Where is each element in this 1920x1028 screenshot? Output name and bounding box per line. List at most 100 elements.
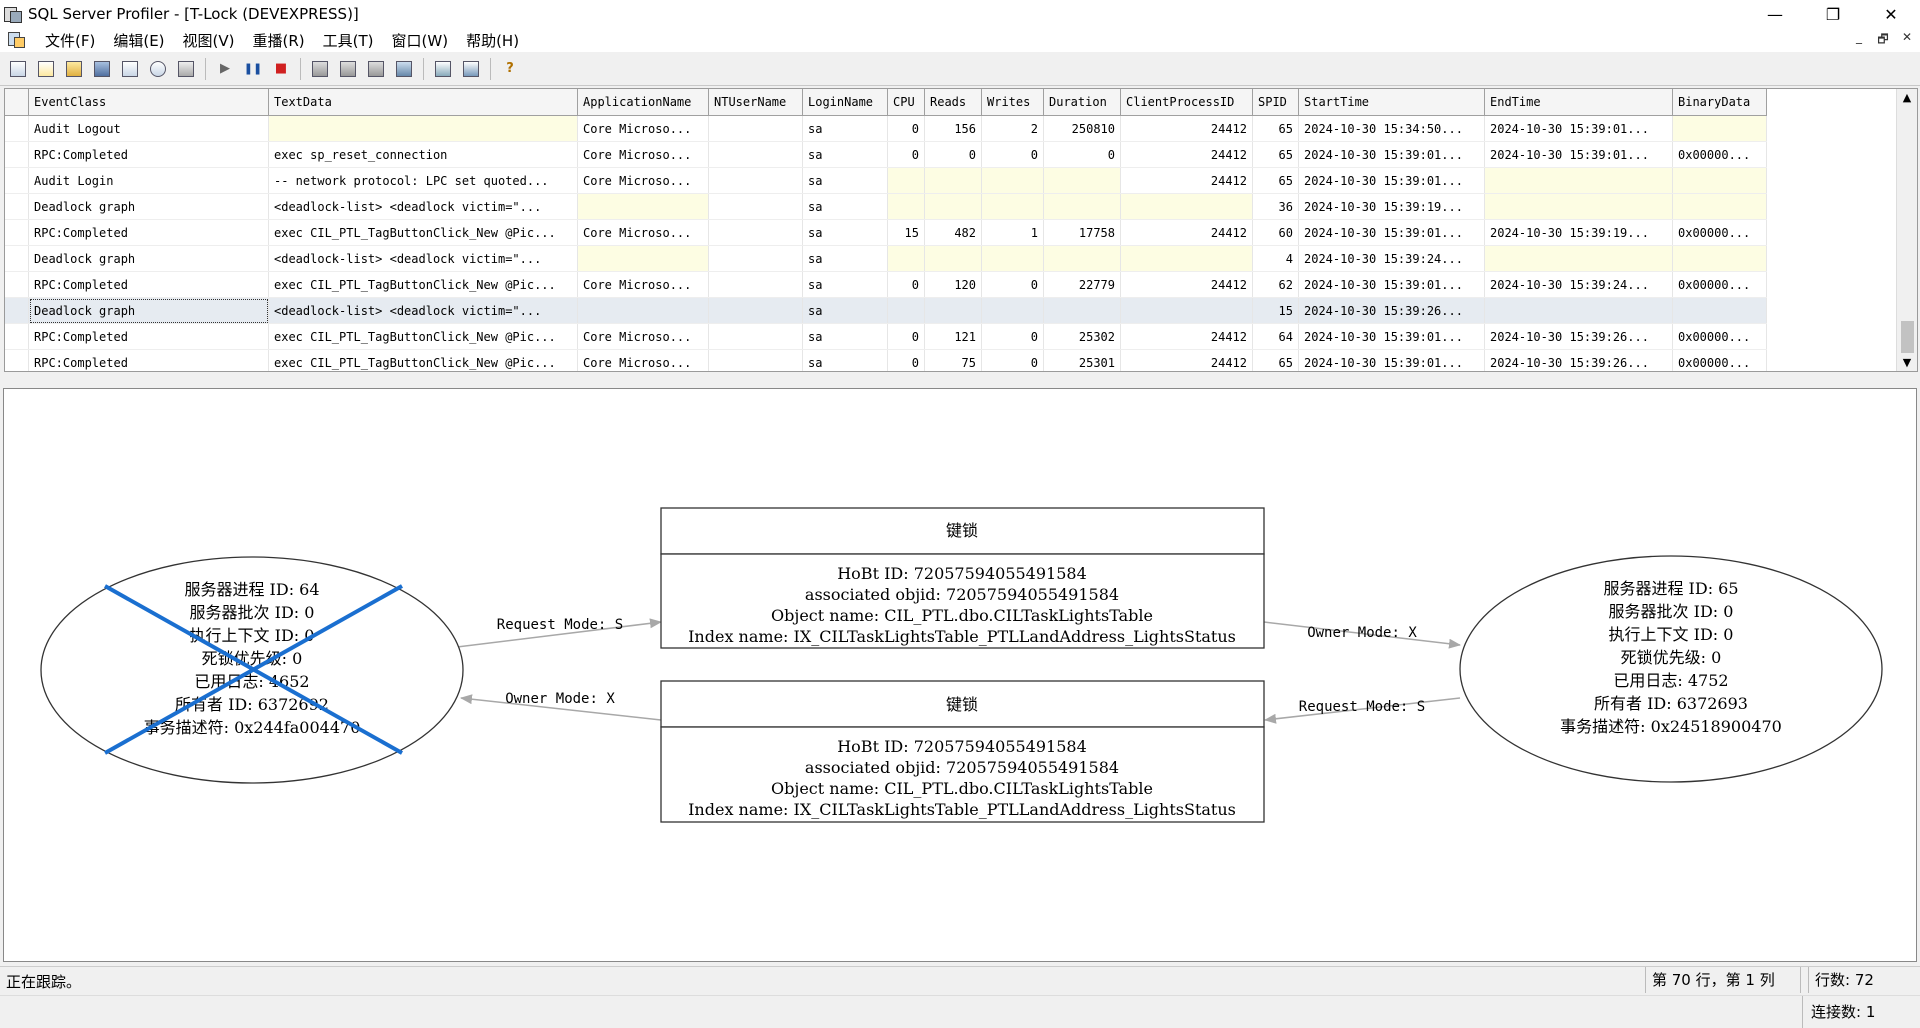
minimize-button[interactable]: — bbox=[1746, 0, 1804, 28]
scroll-thumb[interactable] bbox=[1901, 321, 1914, 353]
table-cell[interactable] bbox=[1672, 297, 1767, 324]
table-cell[interactable] bbox=[887, 297, 925, 324]
table-cell[interactable]: 2024-10-30 15:39:01... bbox=[1484, 115, 1673, 142]
table-cell[interactable] bbox=[981, 297, 1044, 324]
column-header[interactable]: StartTime bbox=[1298, 89, 1485, 116]
table-cell[interactable] bbox=[708, 167, 803, 194]
table-cell[interactable]: RPC:Completed bbox=[28, 271, 269, 298]
table-cell[interactable] bbox=[1120, 245, 1253, 272]
pause-icon[interactable]: ❚❚ bbox=[242, 58, 264, 80]
table-cell[interactable] bbox=[1672, 167, 1767, 194]
table-cell[interactable]: 0x00000... bbox=[1672, 271, 1767, 298]
table-cell[interactable]: 0 bbox=[981, 349, 1044, 371]
table-cell[interactable]: 0 bbox=[887, 349, 925, 371]
table-cell[interactable] bbox=[1484, 193, 1673, 220]
table-cell[interactable]: Core Microso... bbox=[577, 219, 709, 246]
table-row[interactable]: Deadlock graph <deadlock-list> <deadlock … bbox=[5, 245, 1767, 272]
table-cell[interactable]: 0x00000... bbox=[1672, 141, 1767, 168]
table-cell[interactable]: 0x00000... bbox=[1672, 349, 1767, 371]
table-cell[interactable]: 2024-10-30 15:39:01... bbox=[1298, 323, 1485, 350]
menu-tools[interactable]: 工具(T) bbox=[314, 30, 383, 51]
table-cell[interactable]: sa bbox=[802, 219, 888, 246]
table-cell[interactable]: 25301 bbox=[1043, 349, 1121, 371]
owner-process-node[interactable]: 服务器进程 ID: 65 服务器批次 ID: 0 执行上下文 ID: 0 死锁优… bbox=[1459, 555, 1883, 783]
open-icon[interactable] bbox=[63, 58, 85, 80]
table-cell[interactable]: 75 bbox=[924, 349, 982, 371]
table-cell[interactable] bbox=[1120, 193, 1253, 220]
table-cell[interactable]: RPC:Completed bbox=[28, 141, 269, 168]
table-row[interactable]: RPC:Completed exec CIL_PTL_TagButtonClick… bbox=[5, 323, 1767, 350]
table-cell[interactable]: 24412 bbox=[1120, 167, 1253, 194]
table-cell[interactable]: sa bbox=[802, 141, 888, 168]
table-cell[interactable]: 0 bbox=[887, 271, 925, 298]
table-cell[interactable]: 482 bbox=[924, 219, 982, 246]
table-cell[interactable] bbox=[577, 245, 709, 272]
table-cell[interactable]: 0 bbox=[887, 323, 925, 350]
table-cell[interactable] bbox=[887, 193, 925, 220]
table-cell[interactable] bbox=[1043, 245, 1121, 272]
table-cell[interactable]: 0x00000... bbox=[1672, 323, 1767, 350]
column-header[interactable]: BinaryData bbox=[1672, 89, 1767, 116]
menu-replay[interactable]: 重播(R) bbox=[244, 30, 314, 51]
table-cell[interactable]: 2024-10-30 15:39:24... bbox=[1484, 271, 1673, 298]
table-cell[interactable]: 2024-10-30 15:39:01... bbox=[1298, 349, 1485, 371]
menu-window[interactable]: 窗口(W) bbox=[383, 30, 458, 51]
table-cell[interactable]: 17758 bbox=[1043, 219, 1121, 246]
column-header[interactable]: EventClass bbox=[28, 89, 269, 116]
table-cell[interactable]: 24412 bbox=[1120, 349, 1253, 371]
table-cell[interactable]: 62 bbox=[1252, 271, 1299, 298]
table-cell[interactable]: exec CIL_PTL_TagButtonClick_New @Pic... bbox=[268, 349, 578, 371]
table-cell[interactable]: <deadlock-list> <deadlock victim="... bbox=[268, 193, 578, 220]
key-lock-resource-top[interactable]: 键锁 HoBt ID: 72057594055491584 associated… bbox=[660, 507, 1265, 649]
table-cell[interactable]: <deadlock-list> <deadlock victim="... bbox=[268, 245, 578, 272]
table-cell[interactable] bbox=[708, 323, 803, 350]
column-header[interactable]: CPU bbox=[887, 89, 925, 116]
properties-icon[interactable] bbox=[119, 58, 141, 80]
table-cell[interactable] bbox=[708, 349, 803, 371]
grid-vertical-scrollbar[interactable]: ▲ ▼ bbox=[1896, 89, 1917, 371]
table-cell[interactable] bbox=[924, 297, 982, 324]
table-cell[interactable]: 0 bbox=[981, 271, 1044, 298]
find-icon[interactable] bbox=[147, 58, 169, 80]
table-cell[interactable]: 65 bbox=[1252, 167, 1299, 194]
table-cell[interactable]: 25302 bbox=[1043, 323, 1121, 350]
table-cell[interactable]: exec CIL_PTL_TagButtonClick_New @Pic... bbox=[268, 323, 578, 350]
column-header[interactable]: ApplicationName bbox=[577, 89, 709, 116]
table-cell[interactable]: 65 bbox=[1252, 141, 1299, 168]
table-cell[interactable]: -- network protocol: LPC set quoted... bbox=[268, 167, 578, 194]
table-cell[interactable]: RPC:Completed bbox=[28, 219, 269, 246]
events-icon[interactable] bbox=[309, 58, 331, 80]
column-header[interactable]: ClientProcessID bbox=[1120, 89, 1253, 116]
column-header[interactable]: TextData bbox=[268, 89, 578, 116]
table-cell[interactable] bbox=[708, 245, 803, 272]
table-cell[interactable]: exec CIL_PTL_TagButtonClick_New @Pic... bbox=[268, 271, 578, 298]
table-cell[interactable]: exec sp_reset_connection bbox=[268, 141, 578, 168]
column-header[interactable]: LoginName bbox=[802, 89, 888, 116]
table-cell[interactable] bbox=[981, 193, 1044, 220]
scroll-up-icon[interactable]: ▲ bbox=[1897, 91, 1917, 104]
table-cell[interactable] bbox=[1484, 167, 1673, 194]
table-cell[interactable]: 22779 bbox=[1043, 271, 1121, 298]
table-cell[interactable]: 24412 bbox=[1120, 271, 1253, 298]
table-cell[interactable] bbox=[1484, 245, 1673, 272]
table-cell[interactable] bbox=[887, 167, 925, 194]
column-header[interactable]: Writes bbox=[981, 89, 1044, 116]
menu-view[interactable]: 视图(V) bbox=[174, 30, 244, 51]
close-button[interactable]: ✕ bbox=[1862, 0, 1920, 28]
column-header[interactable]: Reads bbox=[924, 89, 982, 116]
table-cell[interactable] bbox=[708, 219, 803, 246]
table-cell[interactable]: exec CIL_PTL_TagButtonClick_New @Pic... bbox=[268, 219, 578, 246]
stop-icon[interactable]: ■ bbox=[270, 58, 292, 80]
table-cell[interactable]: 24412 bbox=[1120, 115, 1253, 142]
table-cell[interactable] bbox=[1672, 193, 1767, 220]
table-cell[interactable]: Core Microso... bbox=[577, 323, 709, 350]
table-cell[interactable]: sa bbox=[802, 167, 888, 194]
table-cell[interactable] bbox=[1120, 297, 1253, 324]
table-cell[interactable]: sa bbox=[802, 349, 888, 371]
table-cell[interactable]: 24412 bbox=[1120, 323, 1253, 350]
table-cell[interactable]: sa bbox=[802, 245, 888, 272]
table-cell[interactable] bbox=[577, 297, 709, 324]
table-cell[interactable]: sa bbox=[802, 193, 888, 220]
table-cell[interactable]: Core Microso... bbox=[577, 141, 709, 168]
table-cell[interactable] bbox=[1672, 245, 1767, 272]
